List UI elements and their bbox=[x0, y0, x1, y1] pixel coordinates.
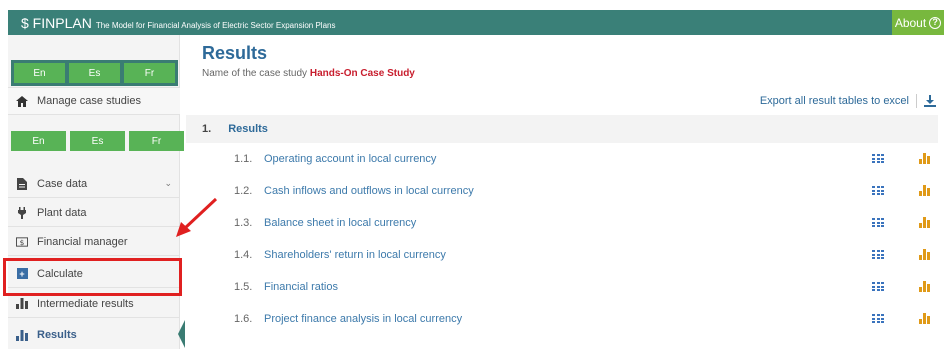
row-number: 1.6. bbox=[234, 313, 253, 325]
app-tagline: The Model for Financial Analysis of Elec… bbox=[95, 20, 336, 30]
sidebar-item-financial-manager[interactable]: $ Financial manager bbox=[8, 228, 180, 256]
language-switcher-mid: En Es Fr bbox=[11, 128, 184, 154]
sidebar-item-label: Results bbox=[37, 329, 77, 341]
table-icon[interactable] bbox=[872, 282, 884, 291]
result-row: 1.3. Balance sheet in local currency bbox=[186, 207, 938, 239]
calculate-highlight-box bbox=[3, 258, 182, 296]
section-number: 1. bbox=[202, 123, 212, 135]
table-icon[interactable] bbox=[872, 250, 884, 259]
main-content: Results Name of the case study Hands-On … bbox=[180, 35, 946, 349]
home-icon bbox=[16, 95, 28, 107]
result-row: 1.1. Operating account in local currency bbox=[186, 143, 938, 175]
result-row: 1.5. Financial ratios bbox=[186, 271, 938, 303]
svg-text:$: $ bbox=[20, 237, 25, 246]
manage-case-studies-link[interactable]: Manage case studies bbox=[8, 87, 180, 115]
export-all-link[interactable]: Export all result tables to excel bbox=[760, 93, 936, 109]
row-link[interactable]: Project finance analysis in local curren… bbox=[256, 313, 462, 325]
chart-icon[interactable] bbox=[919, 153, 930, 164]
file-icon bbox=[16, 177, 28, 190]
plug-icon bbox=[16, 206, 28, 219]
result-row: 1.2. Cash inflows and outflows in local … bbox=[186, 175, 938, 207]
chevron-down-icon: ⌄ bbox=[164, 178, 172, 188]
download-icon[interactable] bbox=[924, 95, 936, 107]
divider bbox=[916, 94, 917, 108]
bar-chart-icon bbox=[16, 329, 28, 341]
lang-button-en-2[interactable]: En bbox=[11, 131, 66, 151]
lang-button-fr-2[interactable]: Fr bbox=[129, 131, 184, 151]
chart-icon[interactable] bbox=[919, 249, 930, 260]
section-header: 1. Results bbox=[186, 115, 938, 143]
case-study-name: Name of the case study Hands-On Case Stu… bbox=[202, 68, 415, 79]
lang-button-es[interactable]: Es bbox=[69, 63, 120, 83]
result-row: 1.6. Project finance analysis in local c… bbox=[186, 303, 938, 335]
row-link[interactable]: Balance sheet in local currency bbox=[256, 217, 416, 229]
lang-button-en[interactable]: En bbox=[14, 63, 65, 83]
table-icon[interactable] bbox=[872, 218, 884, 227]
lang-button-es-2[interactable]: Es bbox=[70, 131, 125, 151]
row-number: 1.4. bbox=[234, 249, 253, 261]
results-panel: 1. Results 1.1. Operating account in loc… bbox=[186, 115, 938, 347]
row-number: 1.2. bbox=[234, 185, 253, 197]
app-brand: $ FINPLAN The Model for Financial Analysi… bbox=[8, 15, 335, 31]
chart-icon[interactable] bbox=[919, 313, 930, 324]
result-row: 1.4. Shareholders' return in local curre… bbox=[186, 239, 938, 271]
sidebar-item-label: Plant data bbox=[37, 206, 87, 219]
help-icon: ? bbox=[929, 16, 942, 29]
table-icon[interactable] bbox=[872, 314, 884, 323]
page-title: Results bbox=[202, 43, 268, 63]
chart-icon[interactable] bbox=[919, 281, 930, 292]
sidebar-item-label: Financial manager bbox=[37, 235, 128, 248]
row-link[interactable]: Financial ratios bbox=[256, 281, 338, 293]
sidebar-item-label: Intermediate results bbox=[37, 297, 134, 310]
table-icon[interactable] bbox=[872, 186, 884, 195]
export-label: Export all result tables to excel bbox=[759, 95, 909, 107]
chart-icon[interactable] bbox=[919, 217, 930, 228]
manage-label: Manage case studies bbox=[37, 95, 141, 107]
section-title: Results bbox=[228, 123, 268, 135]
bar-chart-icon bbox=[16, 298, 28, 310]
lang-button-fr[interactable]: Fr bbox=[124, 63, 175, 83]
app-name: $ FINPLAN bbox=[21, 14, 92, 31]
money-icon: $ bbox=[16, 236, 28, 248]
sidebar: En Es Fr Manage case studies En Es Fr Ca… bbox=[8, 35, 185, 349]
top-bar: $ FINPLAN The Model for Financial Analysi… bbox=[8, 10, 944, 35]
row-link[interactable]: Operating account in local currency bbox=[256, 153, 436, 165]
sidebar-item-plant-data[interactable]: Plant data bbox=[8, 199, 180, 227]
about-label: About bbox=[894, 15, 927, 30]
about-button[interactable]: About ? bbox=[892, 10, 944, 35]
row-number: 1.1. bbox=[234, 153, 253, 165]
case-name: Hands-On Case Study bbox=[309, 68, 415, 79]
table-icon[interactable] bbox=[872, 154, 884, 163]
row-number: 1.3. bbox=[234, 217, 253, 229]
chart-icon[interactable] bbox=[919, 185, 930, 196]
row-link[interactable]: Shareholders' return in local currency bbox=[256, 249, 446, 261]
sidebar-item-results[interactable]: Results bbox=[8, 321, 180, 349]
sidebar-item-label: Case data bbox=[37, 177, 88, 190]
language-switcher-top: En Es Fr bbox=[11, 60, 178, 86]
row-number: 1.5. bbox=[234, 281, 253, 293]
sidebar-item-case-data[interactable]: Case data ⌄ bbox=[8, 170, 180, 198]
case-prefix: Name of the case study bbox=[202, 68, 308, 79]
row-link[interactable]: Cash inflows and outflows in local curre… bbox=[256, 185, 474, 197]
